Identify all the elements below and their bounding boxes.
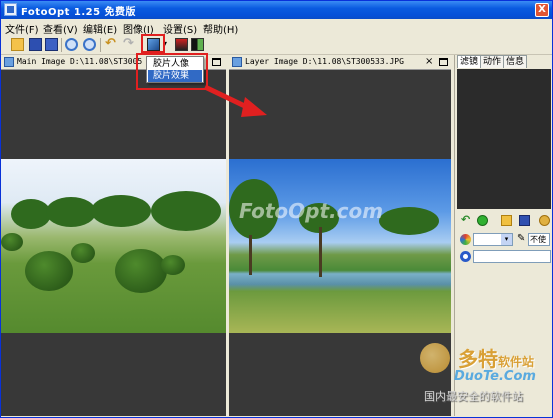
tree-trunk <box>319 227 322 277</box>
document-icon <box>4 57 14 67</box>
menu-file[interactable]: 文件(F) <box>5 21 39 36</box>
opacity-select[interactable]: 不使 <box>528 233 550 246</box>
main-image-panel: Main Image D:\11.08\ST3005 × <box>1 55 226 416</box>
close-button[interactable]: X <box>535 3 549 17</box>
black-white-icon[interactable] <box>191 38 204 51</box>
gear-icon[interactable] <box>539 215 550 226</box>
app-window: FotoOpt 1.25 免费版 X 文件(F) 查看(V) 编辑(E) 图像(… <box>0 0 553 418</box>
brand-name-main: 多特 <box>458 347 498 371</box>
brand-tagline: 国内最安全的软件站 <box>424 390 523 403</box>
blend-mode-select[interactable]: ▾ <box>473 233 513 246</box>
pen-icon[interactable]: ✎ <box>517 233 527 245</box>
menu-bar: 文件(F) 查看(V) 编辑(E) 图像(I) 设置(S) 帮助(H) <box>1 19 552 36</box>
portrait-icon[interactable] <box>175 38 188 51</box>
tree <box>379 207 439 235</box>
toolbar: ↶ ↷ ▾ <box>1 35 552 55</box>
menu-help[interactable]: 帮助(H) <box>203 21 238 36</box>
tab-action[interactable]: 动作 <box>480 55 505 68</box>
tab-filter[interactable]: 滤镜 <box>457 55 482 68</box>
menu-view[interactable]: 查看(V) <box>43 21 78 36</box>
play-icon[interactable] <box>477 215 488 226</box>
toolbar-separator <box>100 38 101 52</box>
bush <box>71 243 95 263</box>
bush <box>25 251 73 291</box>
toolbar-separator <box>61 38 62 52</box>
layer-image-caption: Layer Image D:\11.08\ST300533.JPG <box>245 57 404 66</box>
chevron-down-icon[interactable]: ▾ <box>501 234 512 245</box>
save-icon[interactable] <box>29 38 42 51</box>
tree <box>11 199 51 229</box>
tree-trunk <box>249 235 252 275</box>
filter-input[interactable] <box>473 250 551 263</box>
filter-input-row <box>457 249 551 264</box>
zoom-out-icon[interactable] <box>83 38 96 51</box>
tree <box>151 191 221 231</box>
film-button-callout <box>141 34 165 53</box>
menu-callout <box>136 53 208 90</box>
main-image-photo[interactable] <box>1 159 226 333</box>
layer-image-photo[interactable]: FotoOpt.com <box>229 159 451 333</box>
bush <box>1 233 23 251</box>
window-title: FotoOpt 1.25 免费版 <box>21 7 137 18</box>
zoom-in-icon[interactable] <box>65 38 78 51</box>
redo-icon[interactable]: ↷ <box>123 37 136 51</box>
site-branding: 多特软件站 DuoTe.Com 国内最安全的软件站 <box>416 341 553 417</box>
title-bar[interactable]: FotoOpt 1.25 免费版 X <box>1 1 552 19</box>
tree <box>91 195 151 227</box>
save-icon[interactable] <box>519 215 530 226</box>
tab-info[interactable]: 信息 <box>503 55 528 68</box>
brand-name: 多特软件站 <box>458 343 534 372</box>
open-icon[interactable] <box>501 215 512 226</box>
main-image-maximize-button[interactable] <box>212 58 221 66</box>
brand-name-suffix: 软件站 <box>498 355 535 369</box>
dock-toolbar: ↶ <box>457 213 551 229</box>
bush <box>115 249 167 293</box>
save-as-icon[interactable] <box>45 38 58 51</box>
open-icon[interactable] <box>11 38 24 51</box>
watermark: FotoOpt.com <box>239 199 384 223</box>
logo-icon <box>420 343 450 373</box>
menu-edit[interactable]: 编辑(E) <box>83 21 117 36</box>
palette-icon <box>460 234 471 245</box>
blend-mode-row: ▾ ✎ 不使 <box>457 232 551 247</box>
annotation-arrow <box>203 84 267 117</box>
radio-button[interactable] <box>460 251 471 262</box>
dock-tabs: 滤镜 动作 信息 <box>455 55 553 69</box>
layer-image-maximize-button[interactable] <box>439 58 448 66</box>
menu-settings[interactable]: 设置(S) <box>163 21 197 36</box>
brand-domain: DuoTe.Com <box>454 369 536 384</box>
bush <box>161 255 185 275</box>
layer-image-header: Layer Image D:\11.08\ST300533.JPG × <box>229 55 451 70</box>
back-icon[interactable]: ↶ <box>461 214 472 226</box>
undo-icon[interactable]: ↶ <box>105 37 118 51</box>
tree <box>46 197 96 227</box>
app-icon[interactable] <box>4 3 17 16</box>
layer-image-close-button[interactable]: × <box>425 56 433 68</box>
filter-preview-area <box>457 69 551 209</box>
document-icon <box>232 57 242 67</box>
